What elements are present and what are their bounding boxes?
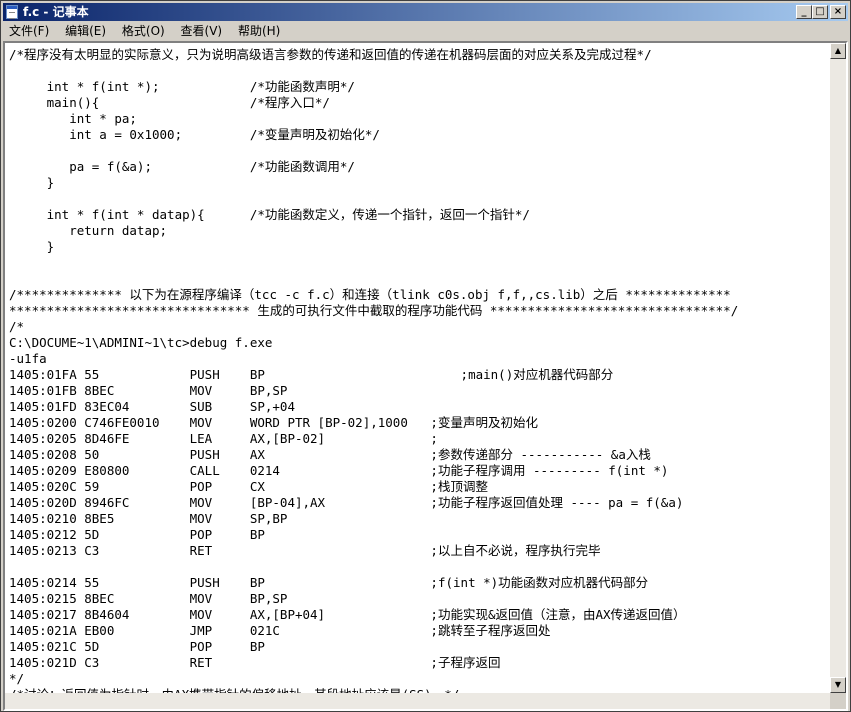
text-line: 1405:0210 8BE5 MOV SP,BP [9,511,288,526]
notepad-window: f.c - 记事本 _ □ × 文件(F) 编辑(E) 格式(O) 查看(V) … [0,0,851,712]
menu-file[interactable]: 文件(F) [3,22,55,41]
size-grip[interactable] [830,693,846,709]
text-line [9,271,830,287]
text-line: return datap; [9,223,168,238]
text-line: C:\DOCUME~1\ADMINI~1\tc>debug f.exe [9,335,273,350]
text-line: 1405:0208 50 PUSH AX ;参数传递部分 -----------… [9,447,651,462]
text-line: 1405:021D C3 RET ;子程序返回 [9,655,501,670]
text-line: 1405:0217 8B4604 MOV AX,[BP+04] ;功能实现&返回… [9,607,686,622]
text-line: int a = 0x1000; /*变量声明及初始化*/ [9,127,380,142]
text-line: /************** 以下为在源程序编译（tcc -c f.c）和连接… [9,287,731,302]
text-line: 1405:0200 C746FE0010 MOV WORD PTR [BP-02… [9,415,538,430]
text-line: 1405:0205 8D46FE LEA AX,[BP-02] ; [9,431,438,446]
text-line: } [9,239,55,254]
text-line: 1405:020C 59 POP CX ;栈顶调整 [9,479,488,494]
menu-view[interactable]: 查看(V) [175,22,229,41]
close-button[interactable]: × [830,5,846,19]
minimize-button[interactable]: _ [796,5,812,19]
text-line: /*程序没有太明显的实际意义，只为说明高级语言参数的传递和返回值的传递在机器码层… [9,47,652,62]
text-line: pa = f(&a); /*功能函数调用*/ [9,159,355,174]
text-line: 1405:0214 55 PUSH BP ;f(int *)功能函数对应机器代码… [9,575,649,590]
text-line: int * f(int *); /*功能函数声明*/ [9,79,355,94]
text-line: 1405:01FB 8BEC MOV BP,SP [9,383,288,398]
text-line: int * f(int * datap){ /*功能函数定义，传递一个指针，返回… [9,207,530,222]
text-line: 1405:01FD 83EC04 SUB SP,+04 [9,399,295,414]
text-area[interactable]: /*程序没有太明显的实际意义，只为说明高级语言参数的传递和返回值的传递在机器码层… [5,43,830,693]
text-line: 1405:020D 8946FC MOV [BP-04],AX ;功能子程序返回… [9,495,684,510]
text-line: main(){ /*程序入口*/ [9,95,330,110]
menu-bar: 文件(F) 编辑(E) 格式(O) 查看(V) 帮助(H) [3,22,848,41]
window-title: f.c - 记事本 [23,5,89,19]
title-bar[interactable]: f.c - 记事本 _ □ × [3,3,848,21]
menu-format[interactable]: 格式(O) [116,22,171,41]
text-line [9,255,830,271]
text-line: -u1fa [9,351,47,366]
text-line: 1405:021C 5D POP BP [9,639,265,654]
menu-edit[interactable]: 编辑(E) [59,22,112,41]
text-line: */ [9,671,25,686]
text-line: 1405:021A EB00 JMP 021C ;跳转至子程序返回处 [9,623,551,638]
text-line: int * pa; [9,111,137,126]
horizontal-scrollbar[interactable] [5,693,830,709]
text-line: 1405:01FA 55 PUSH BP ;main()对应机器代码部分 [9,367,614,382]
text-line: 1405:0212 5D POP BP [9,527,265,542]
text-line: /* [9,319,25,334]
text-line: 1405:0209 E80800 CALL 0214 ;功能子程序调用 ----… [9,463,669,478]
text-line: 1405:0215 8BEC MOV BP,SP [9,591,288,606]
maximize-button[interactable]: □ [812,5,828,19]
text-line: } [9,175,55,190]
text-line: ******************************** 生成的可执行文… [9,303,739,318]
notepad-icon[interactable] [6,5,18,19]
scroll-down-button[interactable]: ▼ [830,677,846,693]
text-line [9,143,830,159]
text-line [9,191,830,207]
text-line [9,559,830,575]
menu-help[interactable]: 帮助(H) [232,22,286,41]
editor: /*程序没有太明显的实际意义，只为说明高级语言参数的传递和返回值的传递在机器码层… [3,41,848,711]
text-line: 1405:0213 C3 RET ;以上自不必说，程序执行完毕 [9,543,601,558]
vertical-scrollbar[interactable]: ▲ ▼ [830,43,846,693]
scroll-up-button[interactable]: ▲ [830,43,846,59]
text-line [9,63,830,79]
